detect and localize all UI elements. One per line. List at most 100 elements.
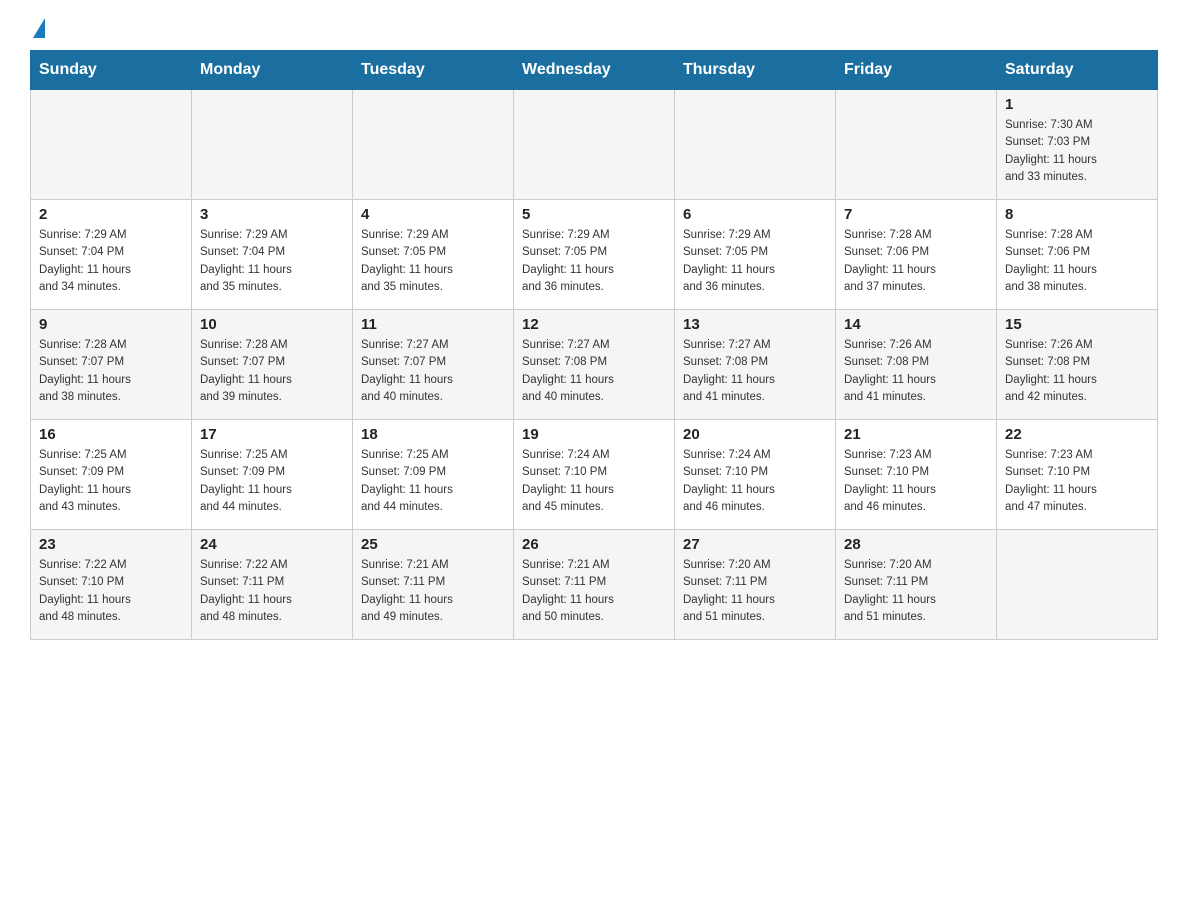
day-info: Sunrise: 7:20 AM Sunset: 7:11 PM Dayligh…	[683, 557, 827, 626]
calendar-cell: 20 Sunrise: 7:24 AM Sunset: 7:10 PM Dayli…	[675, 420, 836, 530]
day-info: Sunrise: 7:27 AM Sunset: 7:07 PM Dayligh…	[361, 337, 505, 406]
calendar-cell	[31, 90, 192, 200]
day-number: 26	[522, 536, 666, 553]
calendar-cell	[353, 90, 514, 200]
weekday-header-tuesday: Tuesday	[353, 51, 514, 90]
calendar-cell	[514, 90, 675, 200]
day-number: 3	[200, 206, 344, 223]
calendar-cell: 7 Sunrise: 7:28 AM Sunset: 7:06 PM Daylig…	[836, 200, 997, 310]
day-number: 9	[39, 316, 183, 333]
day-number: 6	[683, 206, 827, 223]
day-info: Sunrise: 7:24 AM Sunset: 7:10 PM Dayligh…	[683, 447, 827, 516]
weekday-header-thursday: Thursday	[675, 51, 836, 90]
day-info: Sunrise: 7:27 AM Sunset: 7:08 PM Dayligh…	[683, 337, 827, 406]
logo-triangle-icon	[33, 18, 45, 38]
calendar-cell: 3 Sunrise: 7:29 AM Sunset: 7:04 PM Daylig…	[192, 200, 353, 310]
calendar-cell: 2Sunrise: 7:29 AM Sunset: 7:04 PM Daylig…	[31, 200, 192, 310]
day-number: 25	[361, 536, 505, 553]
calendar-cell	[997, 530, 1158, 640]
calendar-cell: 18 Sunrise: 7:25 AM Sunset: 7:09 PM Dayli…	[353, 420, 514, 530]
day-number: 18	[361, 426, 505, 443]
day-number: 16	[39, 426, 183, 443]
calendar-week-row: 2 Sunrise: 7:29 AM Sunset: 7:04 PM Daylig…	[31, 200, 1158, 310]
calendar-cell: 23Sunrise: 7:22 AM Sunset: 7:10 PM Dayli…	[31, 530, 192, 640]
calendar-cell	[192, 90, 353, 200]
calendar-cell: 13 Sunrise: 7:27 AM Sunset: 7:08 PM Dayli…	[675, 310, 836, 420]
day-info: Sunrise: 7:22 AM Sunset: 7:11 PM Dayligh…	[200, 557, 344, 626]
day-info: Sunrise: 7:25 AM Sunset: 7:09 PM Dayligh…	[361, 447, 505, 516]
logo	[30, 20, 45, 40]
calendar-week-row: 1Sunrise: 7:30 AM Sunset: 7:03 PM Daylig…	[31, 90, 1158, 200]
day-number: 19	[522, 426, 666, 443]
day-info: Sunrise: 7:25 AM Sunset: 7:09 PM Dayligh…	[200, 447, 344, 516]
day-info: Sunrise: 7:29 AM Sunset: 7:05 PM Dayligh…	[522, 227, 666, 296]
day-info: Sunrise: 7:26 AM Sunset: 7:08 PM Dayligh…	[1005, 337, 1149, 406]
weekday-header-friday: Friday	[836, 51, 997, 90]
day-number: 14	[844, 316, 988, 333]
day-info: Sunrise: 7:30 AM Sunset: 7:03 PM Dayligh…	[1005, 117, 1149, 186]
day-number: 11	[361, 316, 505, 333]
day-info: Sunrise: 7:23 AM Sunset: 7:10 PM Dayligh…	[1005, 447, 1149, 516]
calendar-cell: 19 Sunrise: 7:24 AM Sunset: 7:10 PM Dayli…	[514, 420, 675, 530]
day-number: 13	[683, 316, 827, 333]
day-number: 20	[683, 426, 827, 443]
calendar-cell: 9 Sunrise: 7:28 AM Sunset: 7:07 PM Daylig…	[31, 310, 192, 420]
day-number: 28	[844, 536, 988, 553]
calendar-cell: 22 Sunrise: 7:23 AM Sunset: 7:10 PM Dayli…	[997, 420, 1158, 530]
day-number: 2	[39, 206, 183, 223]
day-info: Sunrise: 7:28 AM Sunset: 7:07 PM Dayligh…	[200, 337, 344, 406]
day-number: 5	[522, 206, 666, 223]
calendar-cell: 6 Sunrise: 7:29 AM Sunset: 7:05 PM Daylig…	[675, 200, 836, 310]
calendar-cell: 21 Sunrise: 7:23 AM Sunset: 7:10 PM Dayli…	[836, 420, 997, 530]
calendar-cell: 15 Sunrise: 7:26 AM Sunset: 7:08 PM Dayli…	[997, 310, 1158, 420]
calendar-week-row: 16 Sunrise: 7:25 AM Sunset: 7:09 PM Dayli…	[31, 420, 1158, 530]
day-number: 4	[361, 206, 505, 223]
calendar-cell	[836, 90, 997, 200]
calendar-cell: 1Sunrise: 7:30 AM Sunset: 7:03 PM Daylig…	[997, 90, 1158, 200]
calendar-cell: 10 Sunrise: 7:28 AM Sunset: 7:07 PM Dayli…	[192, 310, 353, 420]
day-info: Sunrise: 7:25 AM Sunset: 7:09 PM Dayligh…	[39, 447, 183, 516]
calendar-cell: 16 Sunrise: 7:25 AM Sunset: 7:09 PM Dayli…	[31, 420, 192, 530]
calendar-cell: 5 Sunrise: 7:29 AM Sunset: 7:05 PM Daylig…	[514, 200, 675, 310]
weekday-header-monday: Monday	[192, 51, 353, 90]
calendar-cell: 11 Sunrise: 7:27 AM Sunset: 7:07 PM Dayli…	[353, 310, 514, 420]
day-number: 17	[200, 426, 344, 443]
calendar-cell	[675, 90, 836, 200]
calendar-cell: 17 Sunrise: 7:25 AM Sunset: 7:09 PM Dayli…	[192, 420, 353, 530]
day-info: Sunrise: 7:27 AM Sunset: 7:08 PM Dayligh…	[522, 337, 666, 406]
weekday-header-wednesday: Wednesday	[514, 51, 675, 90]
calendar-table: SundayMondayTuesdayWednesdayThursdayFrid…	[30, 50, 1158, 640]
calendar-cell: 12 Sunrise: 7:27 AM Sunset: 7:08 PM Dayli…	[514, 310, 675, 420]
day-info: Sunrise: 7:24 AM Sunset: 7:10 PM Dayligh…	[522, 447, 666, 516]
page-header	[30, 20, 1158, 40]
weekday-header-saturday: Saturday	[997, 51, 1158, 90]
day-info: Sunrise: 7:23 AM Sunset: 7:10 PM Dayligh…	[844, 447, 988, 516]
day-number: 8	[1005, 206, 1149, 223]
day-info: Sunrise: 7:29 AM Sunset: 7:04 PM Dayligh…	[200, 227, 344, 296]
calendar-week-row: 9 Sunrise: 7:28 AM Sunset: 7:07 PM Daylig…	[31, 310, 1158, 420]
calendar-week-row: 23Sunrise: 7:22 AM Sunset: 7:10 PM Dayli…	[31, 530, 1158, 640]
day-number: 15	[1005, 316, 1149, 333]
day-number: 12	[522, 316, 666, 333]
day-info: Sunrise: 7:29 AM Sunset: 7:05 PM Dayligh…	[361, 227, 505, 296]
weekday-header-sunday: Sunday	[31, 51, 192, 90]
day-info: Sunrise: 7:28 AM Sunset: 7:07 PM Dayligh…	[39, 337, 183, 406]
calendar-cell: 24 Sunrise: 7:22 AM Sunset: 7:11 PM Dayli…	[192, 530, 353, 640]
calendar-cell: 8 Sunrise: 7:28 AM Sunset: 7:06 PM Daylig…	[997, 200, 1158, 310]
day-number: 24	[200, 536, 344, 553]
calendar-cell: 4 Sunrise: 7:29 AM Sunset: 7:05 PM Daylig…	[353, 200, 514, 310]
calendar-cell: 27Sunrise: 7:20 AM Sunset: 7:11 PM Dayli…	[675, 530, 836, 640]
day-number: 23	[39, 536, 183, 553]
day-info: Sunrise: 7:28 AM Sunset: 7:06 PM Dayligh…	[844, 227, 988, 296]
day-number: 7	[844, 206, 988, 223]
day-info: Sunrise: 7:28 AM Sunset: 7:06 PM Dayligh…	[1005, 227, 1149, 296]
weekday-header-row: SundayMondayTuesdayWednesdayThursdayFrid…	[31, 51, 1158, 90]
day-info: Sunrise: 7:26 AM Sunset: 7:08 PM Dayligh…	[844, 337, 988, 406]
day-info: Sunrise: 7:21 AM Sunset: 7:11 PM Dayligh…	[522, 557, 666, 626]
day-number: 21	[844, 426, 988, 443]
calendar-cell: 26 Sunrise: 7:21 AM Sunset: 7:11 PM Dayli…	[514, 530, 675, 640]
day-info: Sunrise: 7:29 AM Sunset: 7:05 PM Dayligh…	[683, 227, 827, 296]
day-number: 22	[1005, 426, 1149, 443]
day-number: 10	[200, 316, 344, 333]
day-info: Sunrise: 7:21 AM Sunset: 7:11 PM Dayligh…	[361, 557, 505, 626]
